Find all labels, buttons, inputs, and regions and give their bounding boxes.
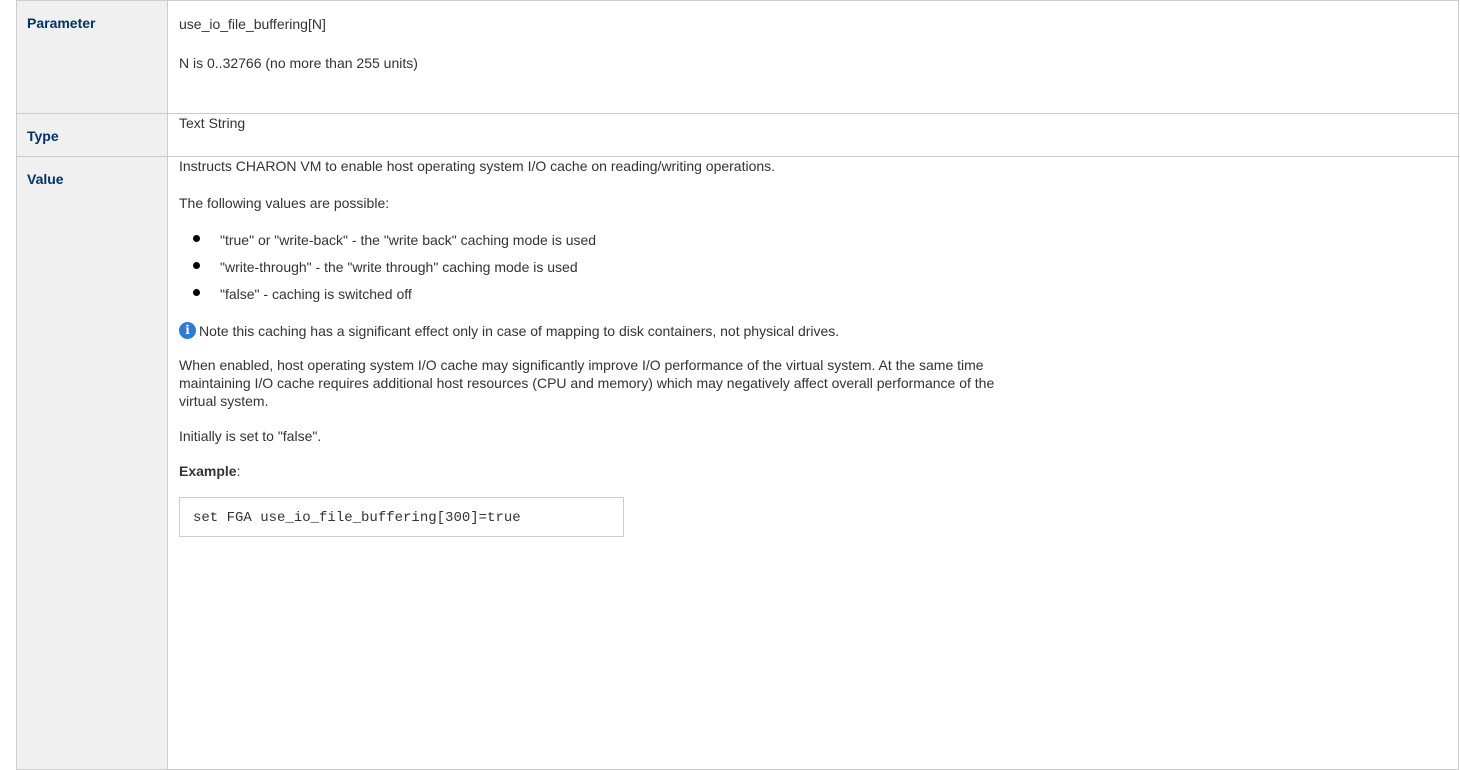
value-cell: Instructs CHARON VM to enable host opera… xyxy=(167,156,1459,770)
description-line: maintaining I/O cache requires additiona… xyxy=(179,375,995,391)
description-line: virtual system. xyxy=(179,393,269,409)
parameter-row: Parameter use_io_file_buffering[N] N is … xyxy=(16,0,1459,114)
info-icon: i xyxy=(179,322,196,339)
option-text: "true" or "write-back" - the "write back… xyxy=(220,232,597,248)
parameter-header: Parameter xyxy=(16,0,168,114)
list-item: "write-through" - the "write through" ca… xyxy=(193,258,1448,276)
parameter-range: N is 0..32766 (no more than 255 units) xyxy=(179,55,418,71)
initial-value-text: Initially is set to "false". xyxy=(179,428,322,444)
example-colon: : xyxy=(236,463,241,479)
parameter-table: Parameter use_io_file_buffering[N] N is … xyxy=(16,0,1459,770)
type-header: Type xyxy=(16,113,168,157)
parameter-cell: use_io_file_buffering[N] N is 0..32766 (… xyxy=(167,0,1459,114)
bullet-icon xyxy=(193,262,200,269)
description-paragraph: When enabled, host operating system I/O … xyxy=(179,356,1448,410)
description-line: When enabled, host operating system I/O … xyxy=(179,357,984,373)
bullet-icon xyxy=(193,235,200,242)
option-text: "write-through" - the "write through" ca… xyxy=(220,259,578,275)
value-possible: The following values are possible: xyxy=(179,195,390,211)
value-row: Value Instructs CHARON VM to enable host… xyxy=(16,156,1459,770)
type-cell: Text String xyxy=(167,113,1459,157)
example-label: Example xyxy=(179,463,237,479)
list-item: "true" or "write-back" - the "write back… xyxy=(193,231,1448,249)
value-header: Value xyxy=(16,156,168,770)
parameter-name: use_io_file_buffering[N] xyxy=(179,16,326,32)
note-text: Note this caching has a significant effe… xyxy=(199,322,840,339)
example-code-block: set FGA use_io_file_buffering[300]=true xyxy=(179,497,624,537)
value-intro: Instructs CHARON VM to enable host opera… xyxy=(179,158,776,174)
example-heading: Example: xyxy=(179,462,1448,480)
info-note: i Note this caching has a significant ef… xyxy=(179,322,1448,339)
list-item: "false" - caching is switched off xyxy=(193,285,1448,303)
bullet-icon xyxy=(193,289,200,296)
type-value: Text String xyxy=(179,115,246,131)
options-list: "true" or "write-back" - the "write back… xyxy=(179,231,1448,303)
type-row: Type Text String xyxy=(16,113,1459,157)
option-text: "false" - caching is switched off xyxy=(220,286,412,302)
